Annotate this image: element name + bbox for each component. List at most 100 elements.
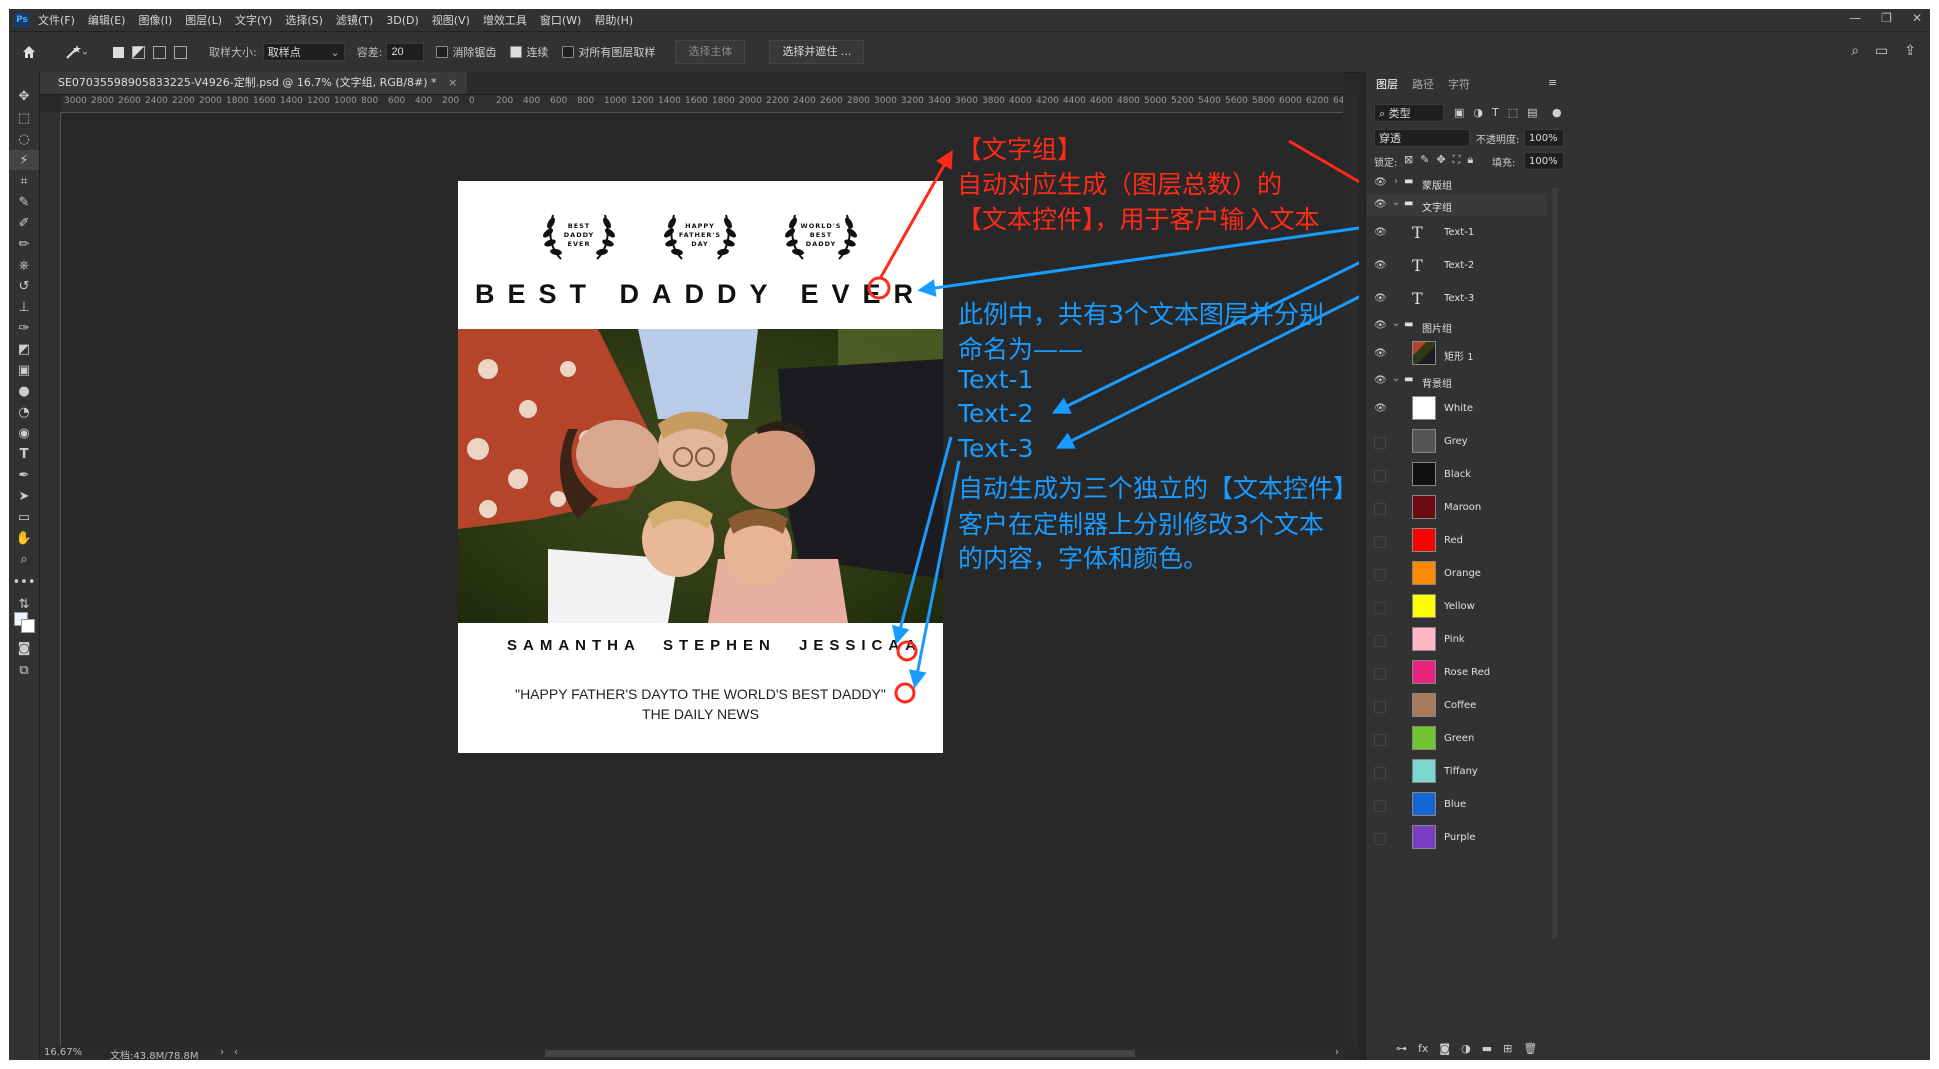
- scroll-left-icon[interactable]: ‹: [234, 1047, 238, 1058]
- layer-group-mask[interactable]: 👁︎ › ▬ 蒙版组: [1366, 172, 1546, 194]
- quick-mask-icon[interactable]: ◙: [9, 638, 39, 658]
- visibility-toggle[interactable]: [1374, 569, 1386, 581]
- layer-color-black[interactable]: Black: [1366, 458, 1546, 491]
- restore-icon[interactable]: ❐: [1881, 11, 1892, 25]
- color-swatches-icon[interactable]: [9, 610, 39, 634]
- marquee-tool-icon[interactable]: ⬚: [9, 108, 39, 128]
- visibility-toggle[interactable]: [1374, 602, 1386, 614]
- menu-window[interactable]: 窗口(W): [540, 12, 581, 28]
- visibility-toggle[interactable]: [1374, 800, 1386, 812]
- magic-wand-preset-icon[interactable]: [65, 44, 105, 60]
- magic-wand-tool-icon[interactable]: ⚡: [9, 150, 39, 170]
- fill-input[interactable]: 100%: [1524, 152, 1564, 170]
- intersect-selection-icon[interactable]: [174, 45, 187, 59]
- menu-layer[interactable]: 图层(L): [185, 12, 222, 28]
- layer-group-text[interactable]: 👁︎ ⌄ ▬ 文字组: [1366, 194, 1546, 216]
- visibility-toggle[interactable]: [1374, 536, 1386, 548]
- visibility-eye-icon[interactable]: 👁︎: [1374, 375, 1387, 386]
- visibility-toggle[interactable]: [1374, 635, 1386, 647]
- chevron-down-icon[interactable]: ⌄: [1392, 197, 1400, 208]
- layer-color-blue[interactable]: Blue: [1366, 788, 1546, 821]
- zoom-tool-icon[interactable]: ⌕: [9, 549, 39, 569]
- move-tool-icon[interactable]: ✥: [9, 86, 39, 106]
- scroll-right-icon[interactable]: ›: [1335, 1047, 1339, 1058]
- visibility-toggle[interactable]: [1374, 833, 1386, 845]
- layer-text-3[interactable]: 👁︎ T Text-3: [1366, 282, 1546, 315]
- layer-filter-select[interactable]: ⌕ 类型: [1374, 104, 1444, 122]
- subtract-selection-icon[interactable]: [153, 45, 166, 59]
- layer-group-image[interactable]: 👁︎ ⌄ ▬ 图片组: [1366, 315, 1546, 337]
- photoshop-logo-icon[interactable]: Ps: [14, 12, 30, 28]
- share-icon[interactable]: ⇪: [1904, 43, 1916, 59]
- layer-color-tiffany[interactable]: Tiffany: [1366, 755, 1546, 788]
- document-size[interactable]: 文档:43.8M/78.8M: [110, 1047, 199, 1060]
- filter-smart-icon[interactable]: ▤: [1527, 106, 1537, 119]
- type-tool-icon[interactable]: T: [9, 444, 39, 464]
- minimize-icon[interactable]: —: [1849, 11, 1861, 25]
- horizontal-scrollbar[interactable]: [545, 1050, 1135, 1057]
- canvas-vertical-scrollbar[interactable]: [1343, 95, 1357, 1047]
- tolerance-input[interactable]: [386, 43, 425, 61]
- stamp-tool-icon[interactable]: ⊥: [9, 297, 39, 317]
- layer-color-pink[interactable]: Pink: [1366, 623, 1546, 656]
- add-mask-icon[interactable]: ◙: [1439, 1042, 1450, 1055]
- panel-menu-icon[interactable]: ≡: [1548, 76, 1557, 89]
- new-group-icon[interactable]: ▬: [1482, 1042, 1492, 1055]
- layer-color-orange[interactable]: Orange: [1366, 557, 1546, 590]
- name-text-2[interactable]: STEPHEN: [663, 637, 776, 654]
- chevron-down-icon[interactable]: ⌄: [1392, 373, 1400, 384]
- link-layers-icon[interactable]: ⊶: [1396, 1042, 1407, 1055]
- menu-image[interactable]: 图像(I): [138, 12, 172, 28]
- menu-help[interactable]: 帮助(H): [594, 12, 633, 28]
- layers-scrollbar[interactable]: [1552, 188, 1558, 938]
- menu-type[interactable]: 文字(Y): [235, 12, 272, 28]
- rectangle-tool-icon[interactable]: ▭: [9, 507, 39, 527]
- visibility-eye-icon[interactable]: 👁︎: [1374, 260, 1387, 271]
- adjustment-layer-icon[interactable]: ◑: [1461, 1042, 1471, 1055]
- healing-brush-icon[interactable]: ✐: [9, 213, 39, 233]
- visibility-toggle[interactable]: [1374, 437, 1386, 449]
- eraser-tool-icon[interactable]: ◩: [9, 339, 39, 359]
- home-icon[interactable]: [21, 44, 51, 60]
- tab-close-icon[interactable]: ×: [448, 76, 457, 89]
- name-text-1[interactable]: SAMANTHA: [507, 637, 641, 654]
- layer-color-yellow[interactable]: Yellow: [1366, 590, 1546, 623]
- antialias-checkbox[interactable]: [436, 46, 449, 58]
- history-brush-icon[interactable]: ↺: [9, 276, 39, 296]
- search-icon[interactable]: ⌕: [1851, 43, 1859, 59]
- close-icon[interactable]: ✕: [1912, 11, 1922, 25]
- pen-tool-icon[interactable]: ✒: [9, 465, 39, 485]
- status-arrow-icon[interactable]: ›: [220, 1047, 224, 1058]
- design-title-text[interactable]: BEST DADDY EVER: [458, 279, 943, 310]
- filter-toggle-icon[interactable]: ●: [1552, 106, 1562, 119]
- visibility-toggle[interactable]: 👁︎: [1374, 403, 1387, 414]
- select-and-mask-button[interactable]: 选择并遮住 ...: [769, 40, 865, 64]
- layer-color-grey[interactable]: Grey: [1366, 425, 1546, 458]
- name-text-3[interactable]: JESSICAA: [799, 637, 922, 654]
- gradient-tool-icon[interactable]: ▣: [9, 360, 39, 380]
- path-select-tool-icon[interactable]: ➤: [9, 486, 39, 506]
- visibility-eye-icon[interactable]: 👁︎: [1374, 348, 1387, 359]
- tab-layers[interactable]: 图层: [1372, 76, 1402, 92]
- layer-color-maroon[interactable]: Maroon: [1366, 491, 1546, 524]
- dodge-tool-icon[interactable]: ◔: [9, 402, 39, 422]
- filter-adjust-icon[interactable]: ◑: [1473, 106, 1483, 119]
- lock-transparent-icon[interactable]: ⊠: [1404, 153, 1413, 167]
- layer-color-coffee[interactable]: Coffee: [1366, 689, 1546, 722]
- opacity-input[interactable]: 100%: [1524, 129, 1564, 147]
- layer-text-2[interactable]: 👁︎ T Text-2: [1366, 249, 1546, 282]
- sponge-tool-icon[interactable]: ◉: [9, 423, 39, 443]
- new-selection-icon[interactable]: [113, 46, 124, 58]
- visibility-toggle[interactable]: [1374, 470, 1386, 482]
- eyedropper-tool-icon[interactable]: ✎: [9, 192, 39, 212]
- zoom-level[interactable]: 16.67%: [44, 1047, 82, 1058]
- tab-character[interactable]: 字符: [1444, 76, 1474, 92]
- menu-select[interactable]: 选择(S): [285, 12, 323, 28]
- layer-rectangle-1[interactable]: 👁︎ 矩形 1: [1366, 337, 1546, 370]
- layer-group-background[interactable]: 👁︎ ⌄ ▬ 背景组: [1366, 370, 1546, 392]
- layer-color-white[interactable]: 👁︎ White: [1366, 392, 1546, 425]
- lock-position-icon[interactable]: ✥: [1436, 153, 1445, 167]
- hand-tool-icon[interactable]: ✋: [9, 528, 39, 548]
- document-tab[interactable]: SE07035598905833225-V4926-定制.psd @ 16.7%…: [40, 72, 468, 94]
- visibility-eye-icon[interactable]: 👁︎: [1374, 177, 1387, 188]
